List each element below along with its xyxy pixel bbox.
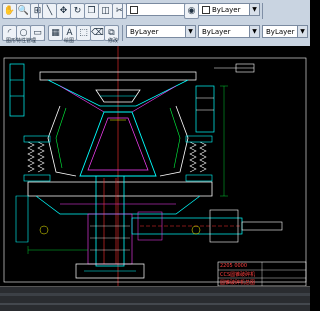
erase-icon[interactable]: ⌫ <box>90 25 105 41</box>
line-icon[interactable]: ╲ <box>42 3 57 19</box>
copy-icon[interactable]: ❐ <box>84 3 99 19</box>
chevron-down-icon: ▼ <box>249 4 259 15</box>
chevron-down-icon: ▼ <box>297 26 307 37</box>
title-block-line-1: 2205 0000 <box>220 263 248 269</box>
title-block-line-2: CCS圆锥破碎机 <box>220 272 256 278</box>
layer-properties-icon[interactable]: ◉ <box>184 3 199 19</box>
cad-toolbar: ✋ 🔍 ⊞ ╲ ✥ ↻ ❐ ◫ ✂ ▼ ◉ ByLayer ▼ ◜ ○ ▭ ▦ … <box>0 0 310 47</box>
linetype-combo-value: ByLayer <box>130 28 159 36</box>
title-block: 2205 0000 CCS圆锥破碎机 圆锥破碎机总图 <box>218 262 310 286</box>
title-block-line-3: 圆锥破碎机总图 <box>220 280 256 286</box>
plotstyle-combo[interactable]: ByLayer ▼ <box>262 25 308 38</box>
hatch-icon[interactable]: ▦ <box>48 25 63 41</box>
plotstyle-combo-value: ByLayer <box>266 28 295 36</box>
layer-color-swatch-icon <box>130 6 138 14</box>
command-line[interactable] <box>0 293 310 296</box>
toolbar-label-properties: 图形特性管理 <box>6 38 37 44</box>
lineweight-combo[interactable]: ByLayer ▼ <box>198 25 260 38</box>
toolbar-separator <box>122 3 123 19</box>
lineweight-combo-value: ByLayer <box>202 28 231 36</box>
zoom-realtime-icon[interactable]: 🔍 <box>16 3 31 19</box>
toolbar-separator <box>44 25 45 41</box>
chevron-down-icon: ▼ <box>185 26 195 37</box>
toolbar-row-1: ✋ 🔍 ⊞ ╲ ✥ ↻ ❐ ◫ ✂ ▼ ◉ ByLayer ▼ <box>0 0 310 22</box>
trim-icon[interactable]: ✂ <box>112 3 127 19</box>
toolbar-separator <box>262 3 263 19</box>
linetype-combo[interactable]: ByLayer ▼ <box>126 25 196 38</box>
color-swatch-icon <box>202 6 210 14</box>
drawing-canvas[interactable] <box>0 46 310 286</box>
rotate-icon[interactable]: ↻ <box>70 3 85 19</box>
cone-crusher-drawing <box>3 46 307 286</box>
block-icon[interactable]: ⬚ <box>76 25 91 41</box>
toolbar-row-2: ◜ ○ ▭ ▦ A ⬚ ⌫ ⧉ ByLayer ▼ ByLayer ▼ ByLa… <box>0 22 310 44</box>
toolbar-separator <box>38 3 39 19</box>
pan-icon[interactable]: ✋ <box>2 3 17 19</box>
toolbar-label-modify: 修改 <box>108 38 119 44</box>
chevron-down-icon: ▼ <box>249 26 259 37</box>
toolbar-label-draw: 绘图 <box>64 38 75 44</box>
status-bar <box>0 286 310 311</box>
drawing-border <box>3 57 307 283</box>
color-combo[interactable]: ByLayer ▼ <box>198 3 260 16</box>
move-icon[interactable]: ✥ <box>56 3 71 19</box>
color-combo-value: ByLayer <box>212 6 241 14</box>
mirror-icon[interactable]: ◫ <box>98 3 113 19</box>
status-strip <box>0 303 310 305</box>
toolbar-separator <box>122 25 123 41</box>
